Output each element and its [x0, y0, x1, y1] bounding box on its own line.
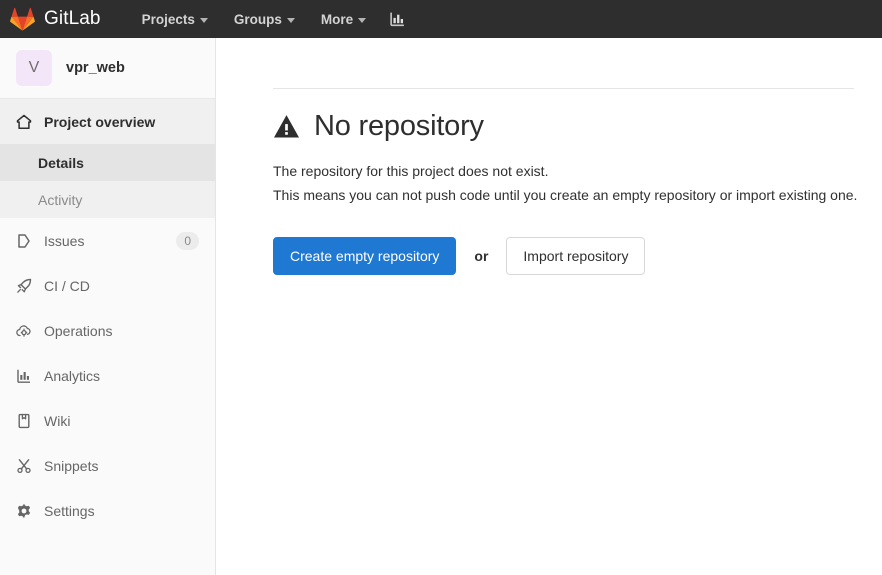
import-repository-button[interactable]: Import repository [506, 237, 646, 275]
nav-item-projects-label: Projects [141, 11, 195, 27]
nav-item-more-label: More [320, 11, 354, 27]
navbar-menu: Projects Groups More [129, 0, 417, 38]
cloud-gear-icon [16, 323, 32, 339]
gear-icon [16, 503, 32, 519]
sidebar-item-snippets[interactable]: Snippets [0, 443, 215, 488]
sidebar-item-settings-label: Settings [44, 502, 95, 519]
issues-count-badge: 0 [176, 231, 199, 250]
scissors-icon [16, 458, 32, 474]
brand-label: GitLab [44, 8, 101, 29]
rocket-icon [16, 278, 32, 294]
sidebar-item-issues-label: Issues [44, 232, 85, 249]
page-title: No repository [314, 110, 484, 142]
sidebar-subitem-details[interactable]: Details [0, 144, 215, 181]
chevron-down-icon [286, 17, 295, 23]
sidebar-project-header[interactable]: V vpr_web [0, 38, 215, 99]
sidebar-item-analytics[interactable]: Analytics [0, 353, 215, 398]
description-line-2: This means you can not push code until y… [273, 187, 858, 203]
sidebar-item-settings[interactable]: Settings [0, 488, 215, 533]
sidebar-subitem-activity[interactable]: Activity [0, 181, 215, 218]
main-content: No repository The repository for this pr… [216, 38, 882, 575]
sidebar-item-analytics-label: Analytics [44, 367, 101, 384]
book-icon [16, 413, 32, 429]
chevron-down-icon [199, 17, 208, 23]
page-body: V vpr_web Project overview Details Activ… [0, 38, 882, 575]
project-name: vpr_web [66, 60, 125, 76]
or-separator-label: or [474, 248, 489, 264]
repository-actions: Create empty repository or Import reposi… [273, 237, 868, 275]
sidebar-item-issues[interactable]: Issues 0 [0, 218, 215, 263]
sidebar-item-ci-cd[interactable]: CI / CD [0, 263, 215, 308]
chevron-down-icon [358, 17, 367, 23]
nav-item-projects[interactable]: Projects [129, 0, 221, 38]
sidebar-item-operations-label: Operations [44, 322, 113, 339]
gitlab-home-link[interactable]: GitLab [10, 7, 101, 31]
bar-chart-icon [390, 12, 405, 26]
sidebar-item-wiki-label: Wiki [44, 412, 71, 429]
gitlab-fox-logo-svg [10, 7, 35, 31]
sidebar-item-ci-cd-label: CI / CD [44, 277, 90, 294]
nav-item-groups[interactable]: Groups [221, 0, 308, 38]
sidebar-item-operations[interactable]: Operations [0, 308, 215, 353]
bar-chart-icon [16, 368, 32, 384]
navbar-analytics-button[interactable] [379, 0, 416, 38]
no-repository-heading: No repository [273, 110, 868, 143]
sidebar-item-project-overview[interactable]: Project overview [0, 99, 215, 144]
sidebar-item-snippets-label: Snippets [44, 457, 99, 474]
top-navbar: GitLab Projects Groups More [0, 0, 882, 38]
sidebar-section-project-overview: Project overview Details Activity [0, 99, 215, 218]
sidebar-subitem-details-label: Details [38, 154, 84, 171]
sidebar-item-wiki[interactable]: Wiki [0, 398, 215, 443]
warning-triangle-icon [273, 114, 300, 139]
description-line-1: The repository for this project does not… [273, 163, 549, 179]
project-avatar: V [16, 50, 52, 86]
home-icon [16, 114, 32, 130]
sidebar-item-project-overview-label: Project overview [44, 113, 156, 130]
nav-item-more[interactable]: More [308, 0, 379, 38]
nav-item-groups-label: Groups [233, 11, 282, 27]
gitlab-fox-logo-icon [10, 7, 35, 31]
issues-icon [16, 233, 32, 249]
project-sidebar: V vpr_web Project overview Details Activ… [0, 38, 216, 575]
create-empty-repository-button[interactable]: Create empty repository [273, 237, 457, 275]
sidebar-subitem-activity-label: Activity [38, 191, 83, 208]
content-divider [273, 88, 854, 89]
no-repository-description: The repository for this project does not… [273, 159, 868, 207]
